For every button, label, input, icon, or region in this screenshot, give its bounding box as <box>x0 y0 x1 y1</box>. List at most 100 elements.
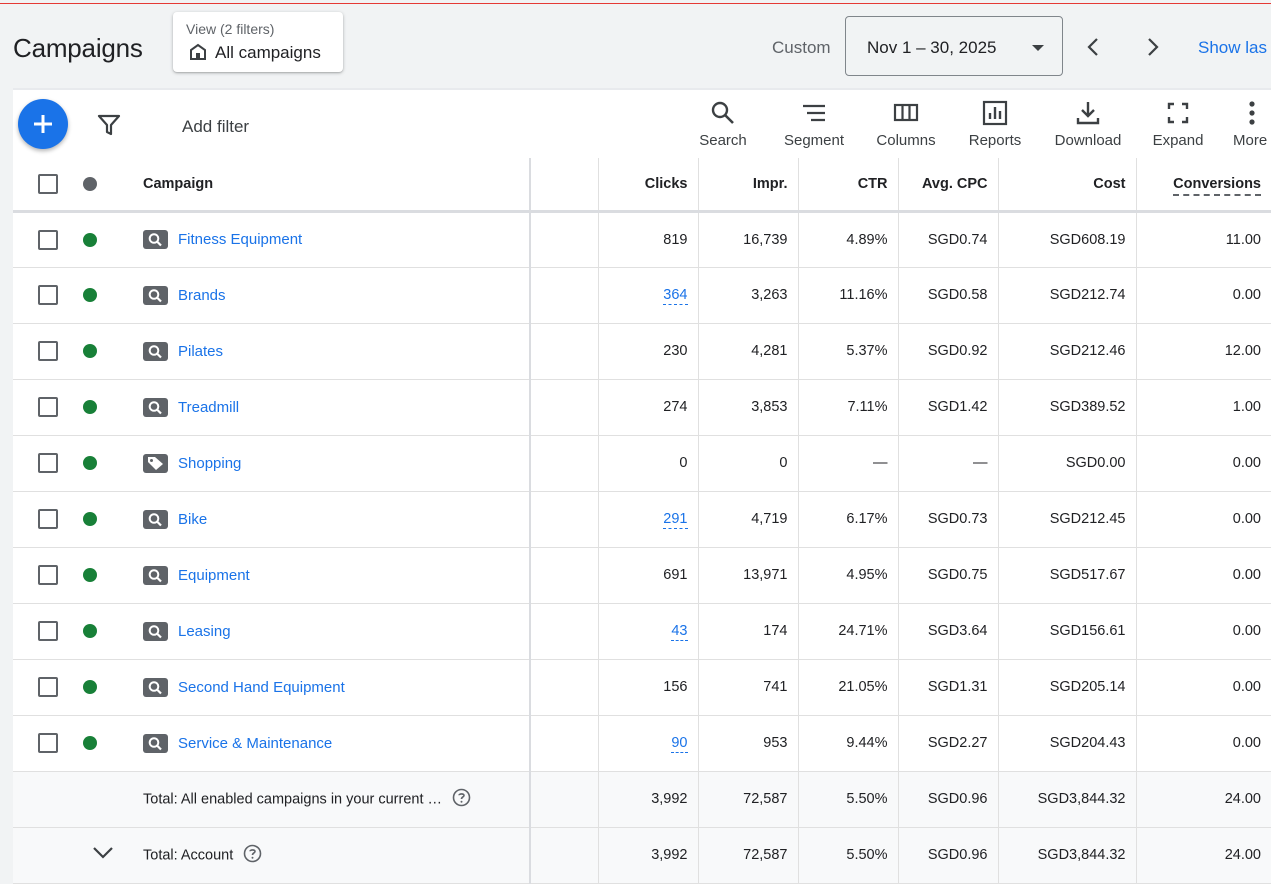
columns-button[interactable]: Columns <box>873 100 939 154</box>
expand-button[interactable]: Expand <box>1150 100 1206 154</box>
enabled-status-dot[interactable] <box>83 680 97 695</box>
row-select-cell <box>13 435 83 492</box>
impr-cell: 741 <box>697 659 798 716</box>
chevron-right-icon[interactable] <box>1143 35 1163 59</box>
campaign-cell: Treadmill <box>123 379 530 436</box>
spacer-cell <box>529 547 598 604</box>
help-icon[interactable] <box>452 788 471 811</box>
campaign-name-link[interactable]: Shopping <box>178 455 241 472</box>
avg-cpc-header[interactable]: Avg. CPC <box>897 158 998 212</box>
table-row[interactable]: Brands 364 3,263 11.16% SGD0.58 SGD212.7… <box>13 267 1271 324</box>
row-checkbox[interactable] <box>38 733 58 753</box>
search-campaign-icon <box>143 565 168 585</box>
building-icon <box>190 43 206 60</box>
enabled-status-dot[interactable] <box>83 568 97 583</box>
impr-header[interactable]: Impr. <box>697 158 798 212</box>
clicks-value-link[interactable]: 291 <box>663 511 688 529</box>
campaign-name-link[interactable]: Service & Maintenance <box>178 735 332 752</box>
clicks-value-link[interactable]: 90 <box>671 735 688 753</box>
ctr-header[interactable]: CTR <box>797 158 898 212</box>
total-expand-cell <box>83 771 123 828</box>
row-select-cell <box>13 323 83 380</box>
clicks-value-link[interactable]: 43 <box>671 623 688 641</box>
enabled-status-dot[interactable] <box>83 456 97 471</box>
table-row[interactable]: Second Hand Equipment 156 741 21.05% SGD… <box>13 659 1271 716</box>
table-row[interactable]: Equipment 691 13,971 4.95% SGD0.75 SGD51… <box>13 547 1271 604</box>
table-row[interactable]: Treadmill 274 3,853 7.11% SGD1.42 SGD389… <box>13 379 1271 436</box>
enabled-status-dot[interactable] <box>83 344 97 359</box>
campaign-name-link[interactable]: Fitness Equipment <box>178 231 302 248</box>
row-checkbox[interactable] <box>38 677 58 697</box>
enabled-status-dot[interactable] <box>83 400 97 415</box>
select-all-cell <box>13 158 83 212</box>
date-range-picker[interactable]: Nov 1 – 30, 2025 <box>845 16 1063 76</box>
enabled-status-dot[interactable] <box>83 232 97 247</box>
total-label-cell: Total: Account <box>123 827 530 884</box>
row-checkbox[interactable] <box>38 621 58 641</box>
select-all-checkbox[interactable] <box>38 173 58 194</box>
clicks-cell: 90 <box>597 715 698 772</box>
clicks-cell: 156 <box>597 659 698 716</box>
cost-cell: SGD212.45 <box>997 491 1136 548</box>
status-filter-dot[interactable] <box>83 176 97 191</box>
view-selector[interactable]: View (2 filters) All campaigns <box>173 12 343 72</box>
campaign-name-link[interactable]: Leasing <box>178 623 231 640</box>
total-label-cell: Total: All enabled campaigns in your cur… <box>123 771 530 828</box>
enabled-status-dot[interactable] <box>83 512 97 527</box>
row-checkbox[interactable] <box>38 453 58 473</box>
table-row[interactable]: Pilates 230 4,281 5.37% SGD0.92 SGD212.4… <box>13 323 1271 380</box>
add-filter-button[interactable]: Add filter <box>182 117 249 137</box>
cost-header[interactable]: Cost <box>997 158 1136 212</box>
spacer-cell <box>529 267 598 324</box>
campaign-name-link[interactable]: Second Hand Equipment <box>178 679 345 696</box>
clicks-value: 691 <box>663 567 688 583</box>
search-button[interactable]: Search <box>695 100 751 154</box>
conversions-header-cell[interactable]: Conversions <box>1135 158 1271 212</box>
table-row[interactable]: Bike 291 4,719 6.17% SGD0.73 SGD212.45 0… <box>13 491 1271 548</box>
campaign-name-link[interactable]: Pilates <box>178 343 223 360</box>
more-button[interactable]: More <box>1233 100 1271 154</box>
clicks-header[interactable]: Clicks <box>597 158 698 212</box>
download-button[interactable]: Download <box>1051 100 1125 154</box>
campaign-name-link[interactable]: Brands <box>178 287 226 304</box>
row-checkbox[interactable] <box>38 285 58 305</box>
reports-icon <box>982 100 1008 126</box>
clicks-cell: 291 <box>597 491 698 548</box>
conversions-cell: 0.00 <box>1135 659 1271 716</box>
enabled-status-dot[interactable] <box>83 288 97 303</box>
enabled-status-dot[interactable] <box>83 736 97 751</box>
spacer-cell <box>529 323 598 380</box>
row-status-cell <box>83 603 123 660</box>
table-row[interactable]: Fitness Equipment 819 16,739 4.89% SGD0.… <box>13 211 1271 268</box>
ctr-cell: — <box>797 435 898 492</box>
create-button[interactable] <box>18 99 68 149</box>
segment-button[interactable]: Segment <box>779 100 849 154</box>
campaign-name-link[interactable]: Treadmill <box>178 399 239 416</box>
impr-cell: 3,853 <box>697 379 798 436</box>
campaign-header[interactable]: Campaign <box>123 158 530 212</box>
table-row[interactable]: Shopping 0 0 — — SGD0.00 0.00 <box>13 435 1271 492</box>
show-last-link[interactable]: Show las <box>1198 38 1267 58</box>
cost-cell: SGD156.61 <box>997 603 1136 660</box>
search-icon <box>711 101 734 124</box>
enabled-status-dot[interactable] <box>83 624 97 639</box>
chevron-left-icon[interactable] <box>1083 35 1103 59</box>
row-checkbox[interactable] <box>38 229 58 250</box>
campaign-name-link[interactable]: Bike <box>178 511 207 528</box>
chevron-down-icon[interactable] <box>92 846 114 860</box>
filter-icon[interactable] <box>97 114 121 136</box>
row-checkbox[interactable] <box>38 565 58 585</box>
table-row[interactable]: Service & Maintenance 90 953 9.44% SGD2.… <box>13 715 1271 772</box>
row-checkbox[interactable] <box>38 509 58 529</box>
table-row[interactable]: Leasing 43 174 24.71% SGD3.64 SGD156.61 … <box>13 603 1271 660</box>
campaign-name-link[interactable]: Equipment <box>178 567 250 584</box>
row-status-cell <box>83 211 123 268</box>
help-icon[interactable] <box>243 844 262 867</box>
clicks-value-link[interactable]: 364 <box>663 287 688 305</box>
reports-button[interactable]: Reports <box>964 100 1026 154</box>
row-checkbox[interactable] <box>38 397 58 417</box>
total-label: Total: Account <box>143 846 234 863</box>
row-checkbox[interactable] <box>38 341 58 361</box>
plus-icon <box>34 115 52 133</box>
total-conversions-cell: 24.00 <box>1135 771 1271 828</box>
